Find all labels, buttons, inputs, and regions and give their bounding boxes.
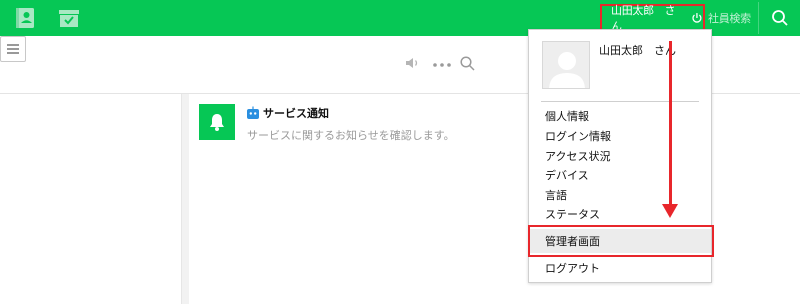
user-menu-button[interactable]: 山田太郎 さん: [600, 4, 705, 33]
notification-title: サービス通知: [263, 107, 329, 120]
notification-text: サービスに関するお知らせを確認します。: [247, 129, 455, 142]
chat-search-icon[interactable]: [460, 56, 475, 71]
menu-button[interactable]: [0, 36, 26, 62]
archive-icon[interactable]: [58, 7, 80, 29]
dropdown-user-name: 山田太郎 さん: [599, 44, 676, 57]
search-button[interactable]: [758, 2, 800, 34]
annotation-arrow-head: [662, 204, 678, 218]
menu-item-logout[interactable]: ログアウト: [545, 262, 600, 276]
avatar: [542, 41, 590, 89]
menu-item-status[interactable]: ステータス: [545, 208, 600, 222]
menu-icon: [7, 44, 19, 54]
notification-avatar: [199, 104, 235, 140]
menu-item-personal-info[interactable]: 個人情報: [545, 110, 589, 124]
speaker-icon[interactable]: [405, 56, 421, 70]
search-icon: [771, 10, 788, 26]
menu-item-language[interactable]: 言語: [545, 189, 567, 203]
search-placeholder: 社員検索: [708, 11, 751, 25]
menu-item-access-status[interactable]: アクセス状況: [545, 150, 610, 164]
power-icon: [692, 12, 702, 23]
annotation-arrow-shaft: [669, 41, 672, 205]
contacts-icon[interactable]: [14, 7, 36, 29]
menu-item-login-info[interactable]: ログイン情報: [545, 130, 611, 144]
panel-divider[interactable]: [181, 94, 189, 304]
employee-search-input[interactable]: 社員検索: [708, 4, 758, 31]
bot-icon: [247, 106, 259, 119]
menu-item-device[interactable]: デバイス: [545, 169, 589, 183]
more-icon[interactable]: [433, 63, 451, 67]
avatar-placeholder-icon: [549, 52, 585, 88]
admin-highlight-box: [528, 225, 714, 257]
bell-icon: [210, 114, 224, 131]
conversation-list-panel: [0, 94, 181, 304]
service-notification-item[interactable]: サービス通知 サービスに関するお知らせを確認します。: [199, 104, 499, 144]
dropdown-divider: [541, 101, 699, 102]
